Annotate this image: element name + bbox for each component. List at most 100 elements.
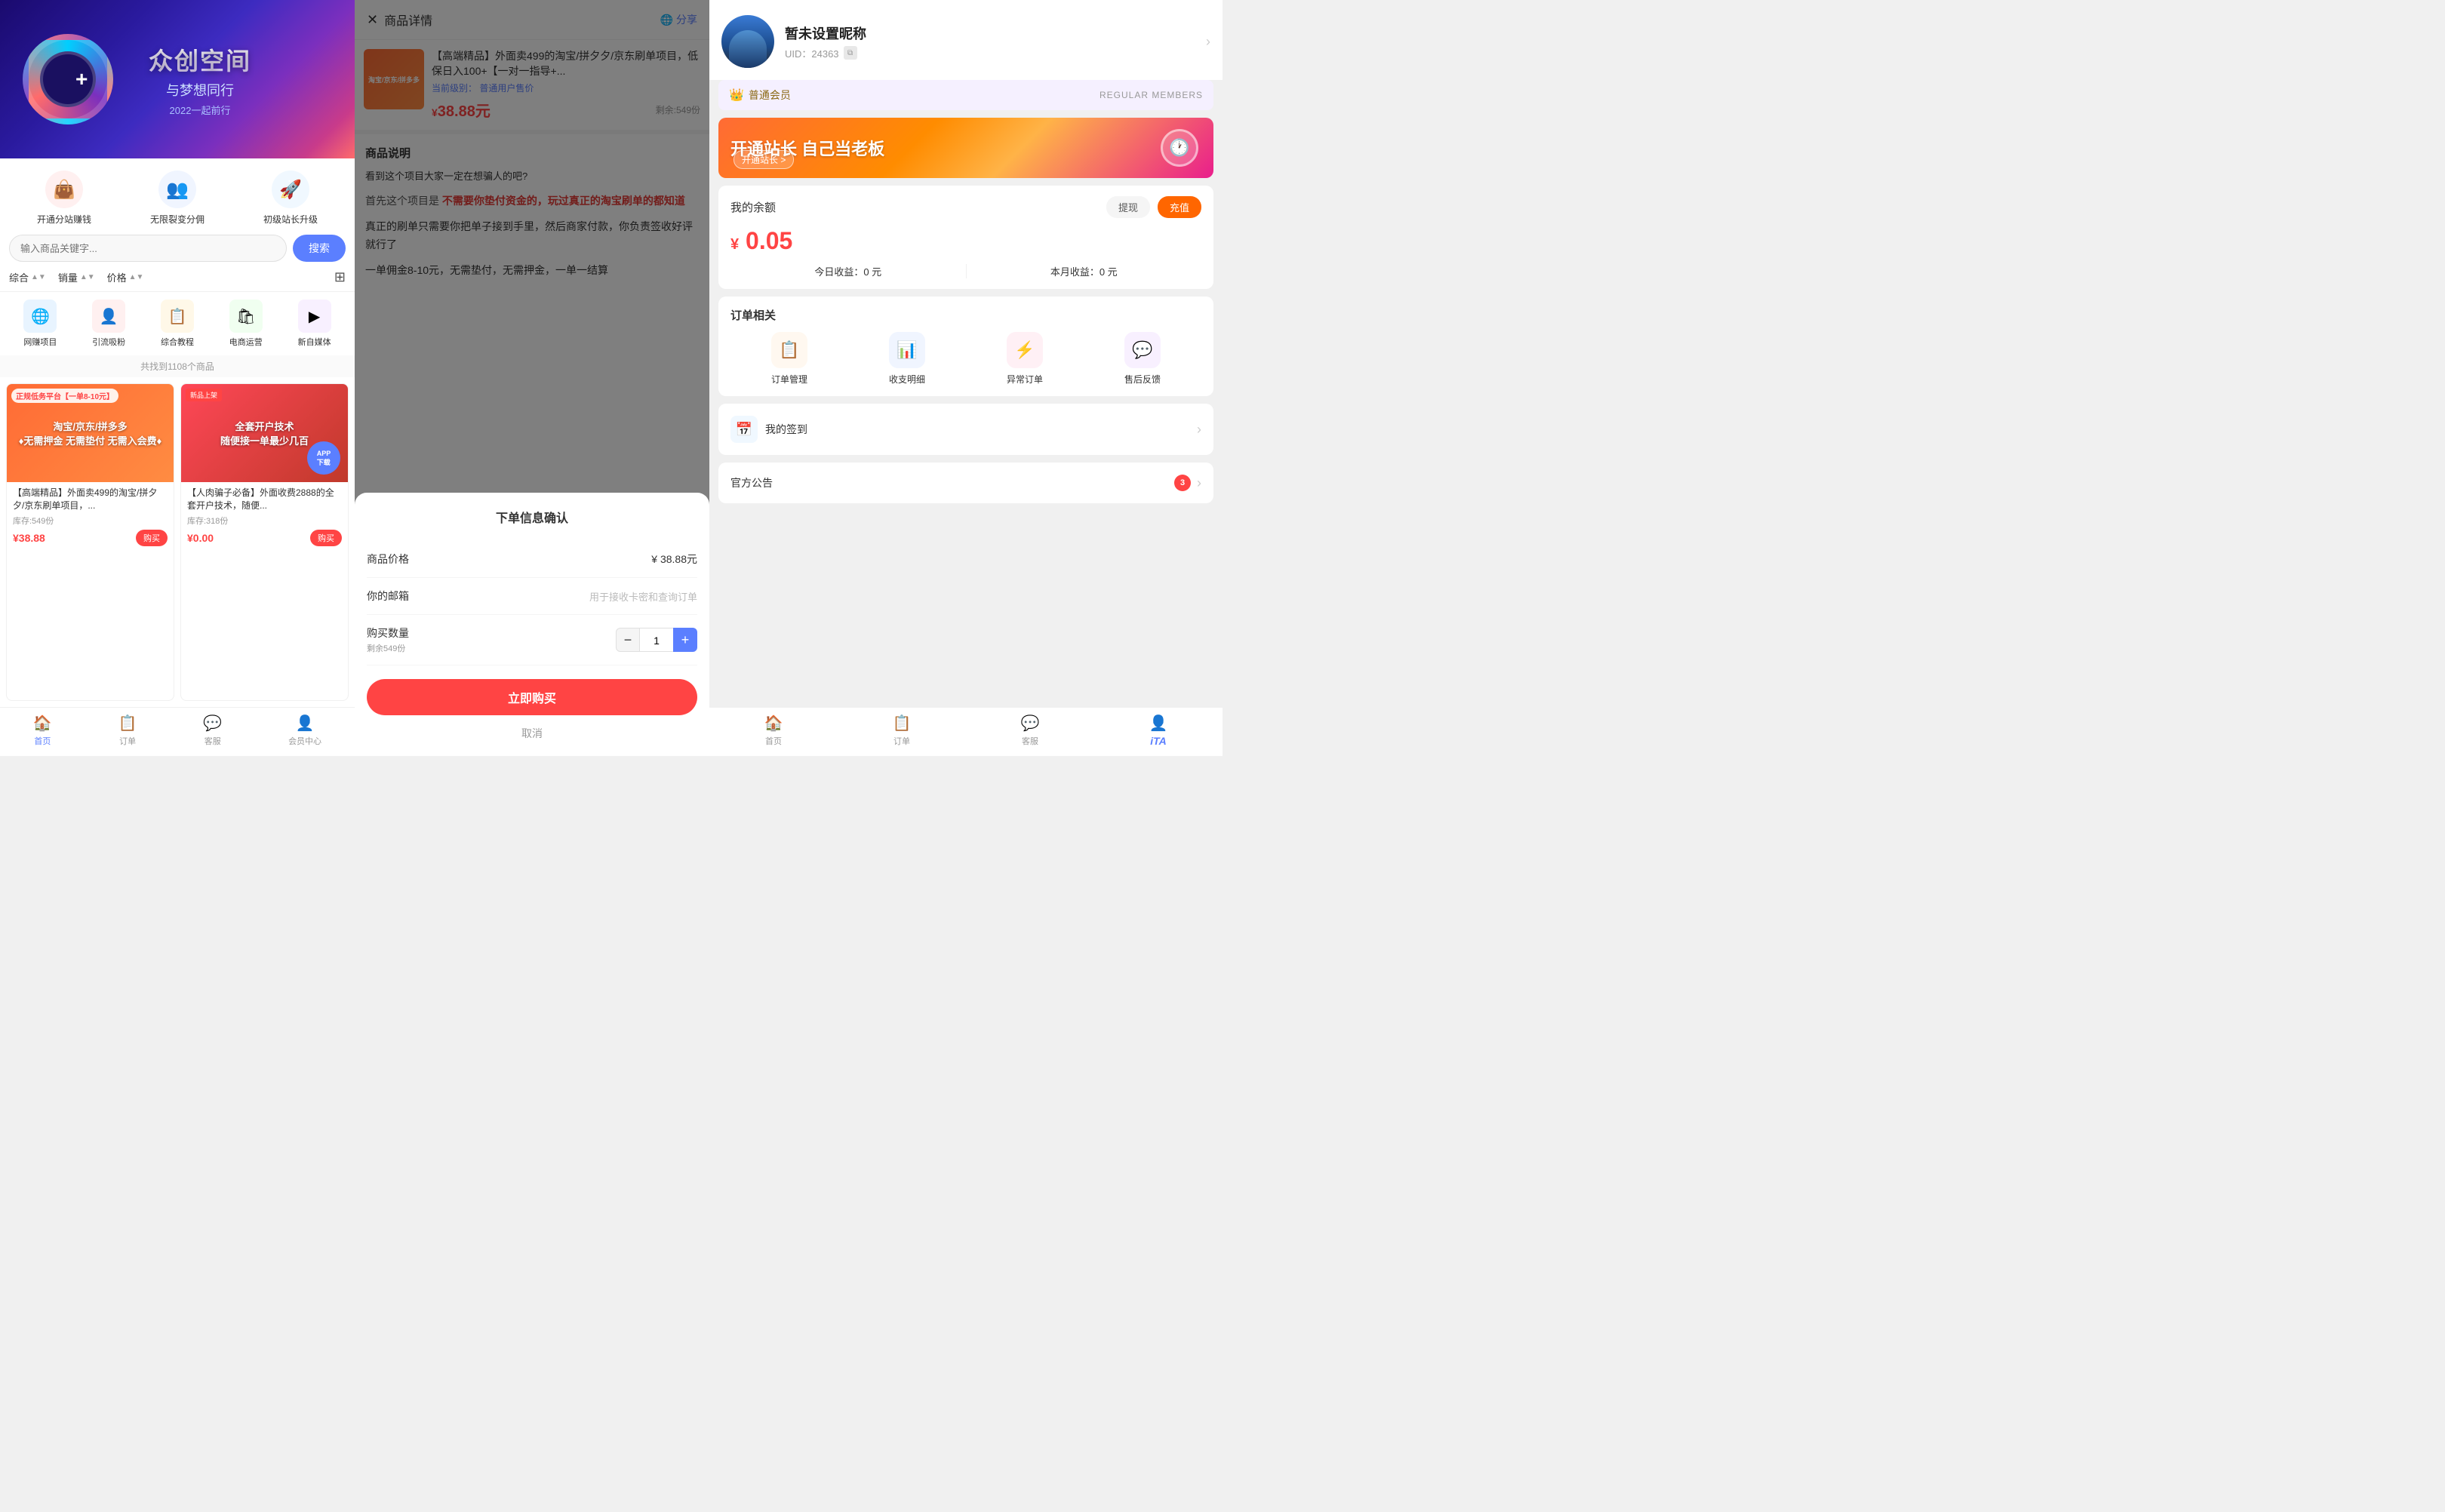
user-name: 暂未设置昵称 [785, 23, 1195, 43]
product-img-text-1: 淘宝/京东/拼多多♦无需押金 无需垫付 无需入会费♦ [13, 413, 168, 453]
withdraw-button[interactable]: 提现 [1106, 196, 1150, 218]
qty-increase-button[interactable]: + [673, 628, 697, 652]
product-price-row-2: ¥0.00 购买 [187, 530, 342, 546]
filter-row: 综合 ▲▼ 销量 ▲▼ 价格 ▲▼ ⊞ [0, 269, 355, 292]
grid-view-icon[interactable]: ⊞ [334, 269, 346, 285]
product-info-1: 【高端精品】外面卖499的淘宝/拼夕夕/京东刷单项目，... 库存:549份 ¥… [7, 482, 174, 551]
search-input[interactable] [9, 235, 287, 262]
panel-main: + 众创空间 与梦想同行 2022一起前行 👜 开通分站赚钱 👥 无限裂变分佣 … [0, 0, 355, 756]
product-grid: 正规低务平台【一单8-10元】 淘宝/京东/拼多多♦无需押金 无需垫付 无需入会… [0, 377, 355, 707]
abnormal-order-item[interactable]: ⚡ 异常订单 [1007, 332, 1043, 386]
modal-email-label: 你的邮箱 [367, 589, 409, 604]
sort-arrow-2-icon: ▲▼ [80, 273, 95, 281]
filter-sales[interactable]: 销量 ▲▼ [58, 270, 95, 284]
cat-label-0: 网赚项目 [23, 336, 57, 348]
nav-label-order: 订单 [119, 735, 136, 747]
today-income-value: 今日收益：0 元 [730, 264, 966, 278]
product-tag-1: 正规低务平台【一单8-10元】 [11, 389, 118, 403]
income-detail-label: 收支明细 [889, 373, 925, 386]
income-detail-item[interactable]: 📊 收支明细 [889, 332, 925, 386]
membership-bar: 👑 普通会员 REGULAR MEMBERS [718, 80, 1213, 110]
banner-text: 众创空间 与梦想同行 2022一起前行 [149, 42, 251, 117]
cat-label-3: 电商运营 [229, 336, 263, 348]
filter-price[interactable]: 价格 ▲▼ [107, 270, 144, 284]
nav-item-member[interactable]: 👤 会员中心 [288, 714, 321, 747]
currency-symbol: ¥ [730, 236, 739, 253]
quick-item-upgrade[interactable]: 🚀 初级站长升级 [263, 171, 318, 226]
banner-plus: + [75, 67, 88, 91]
cat-item-media[interactable]: ▶ 新自媒体 [298, 300, 331, 348]
cancel-link[interactable]: 取消 [367, 726, 697, 741]
cat-item-yinliu[interactable]: 👤 引流吸粉 [92, 300, 125, 348]
announcement-badge: 3 [1174, 475, 1191, 491]
clock-icon: 🕐 [1161, 129, 1198, 167]
modal-price-value: ¥ 38.88元 [651, 552, 697, 567]
checkin-row[interactable]: 📅 我的签到 › [718, 404, 1213, 455]
product-buy-btn-2[interactable]: 购买 [310, 530, 342, 546]
filter-sales-label: 销量 [58, 270, 78, 284]
quick-item-split[interactable]: 👥 无限裂变分佣 [150, 171, 205, 226]
qty-control: − 1 + [616, 628, 697, 652]
income-detail-icon: 📊 [889, 332, 925, 368]
product-image-1: 正规低务平台【一单8-10元】 淘宝/京东/拼多多♦无需押金 无需垫付 无需入会… [7, 384, 174, 482]
banner-subtitle: 与梦想同行 [149, 80, 251, 100]
aftersale-item[interactable]: 💬 售后反馈 [1124, 332, 1161, 386]
product-new-tag-2: 新品上架 [186, 389, 222, 401]
member-icon: 👤 [296, 714, 315, 733]
buy-now-button[interactable]: 立即购买 [367, 679, 697, 715]
cat-label-1: 引流吸粉 [92, 336, 125, 348]
nav-label-service: 客服 [205, 735, 221, 747]
product-stock-1: 库存:549份 [13, 515, 168, 527]
order-manage-item[interactable]: 📋 订单管理 [771, 332, 807, 386]
cat-item-jiaocheng[interactable]: 📋 综合教程 [161, 300, 194, 348]
user-header: 暂未设置昵称 UID：24363 ⧉ › [709, 0, 1222, 80]
right-nav-order[interactable]: 📋 订单 [893, 714, 912, 747]
nav-item-order[interactable]: 📋 订单 [118, 714, 137, 747]
member-left: 👑 普通会员 [729, 88, 791, 103]
modal-email-row: 你的邮箱 用于接收卡密和查询订单 [367, 578, 697, 615]
copy-uid-button[interactable]: ⧉ [844, 46, 857, 60]
quick-label-upgrade: 初级站长升级 [263, 213, 318, 226]
product-buy-btn-1[interactable]: 购买 [136, 530, 168, 546]
sort-arrow-icon: ▲▼ [31, 273, 46, 281]
banner-decoration [23, 34, 113, 124]
product-stock-2: 库存:318份 [187, 515, 342, 527]
qty-display: 1 [640, 628, 673, 652]
modal-email-placeholder: 用于接收卡密和查询订单 [589, 589, 697, 604]
recharge-button[interactable]: 充值 [1158, 196, 1201, 218]
quick-actions: 👜 开通分站赚钱 👥 无限裂变分佣 🚀 初级站长升级 [0, 158, 355, 235]
cat-item-dianshang[interactable]: 🛍 电商运营 [229, 300, 263, 348]
cat-item-wangzhuan[interactable]: 🌐 网赚项目 [23, 300, 57, 348]
app-download-badge[interactable]: APP下载 [307, 441, 340, 475]
right-nav-member[interactable]: 👤 iTA [1149, 714, 1168, 747]
quick-item-earn[interactable]: 👜 开通分站赚钱 [37, 171, 91, 226]
user-avatar [721, 15, 774, 68]
banner-title: 众创空间 [149, 42, 251, 77]
profile-chevron-icon[interactable]: › [1206, 34, 1210, 50]
abnormal-order-label: 异常订单 [1007, 373, 1043, 386]
search-bar: 搜索 [0, 235, 355, 269]
nav-item-home[interactable]: 🏠 首页 [33, 714, 52, 747]
modal-qty-label: 购买数量 [367, 625, 409, 641]
right-nav-service[interactable]: 💬 客服 [1021, 714, 1040, 747]
ita-label: iTA [1150, 735, 1167, 747]
promo-banner[interactable]: 开通站长 自己当老板 开通站长 > 🕐 [718, 118, 1213, 178]
checkin-chevron-icon: › [1197, 422, 1201, 438]
product-card-1[interactable]: 正规低务平台【一单8-10元】 淘宝/京东/拼多多♦无需押金 无需垫付 无需入会… [6, 383, 174, 701]
bottom-nav-main: 🏠 首页 📋 订单 💬 客服 👤 会员中心 [0, 707, 355, 756]
qty-decrease-button[interactable]: − [616, 628, 640, 652]
filter-composite[interactable]: 综合 ▲▼ [9, 270, 46, 284]
order-modal: 下单信息确认 商品价格 ¥ 38.88元 你的邮箱 用于接收卡密和查询订单 购买… [355, 493, 709, 756]
rocket-icon: 🚀 [272, 171, 309, 208]
today-income: 今日收益：0 元 [730, 264, 967, 278]
nav-label-member: 会员中心 [288, 735, 321, 747]
search-button[interactable]: 搜索 [293, 235, 346, 262]
crown-icon: 👑 [729, 88, 744, 103]
balance-actions: 提现 充值 [1106, 196, 1201, 218]
nav-item-service[interactable]: 💬 客服 [203, 714, 222, 747]
product-card-2[interactable]: 新品上架 全套开户技术随便接一单最少几百 APP下载 【人肉骗子必备】外面收费2… [180, 383, 349, 701]
balance-section: 我的余额 提现 充值 ¥ 0.05 今日收益：0 元 本月收益：0 元 [718, 186, 1213, 289]
announcement-row[interactable]: 官方公告 3 › [718, 463, 1213, 503]
promo-button[interactable]: 开通站长 > [734, 150, 794, 169]
right-nav-home[interactable]: 🏠 首页 [764, 714, 783, 747]
